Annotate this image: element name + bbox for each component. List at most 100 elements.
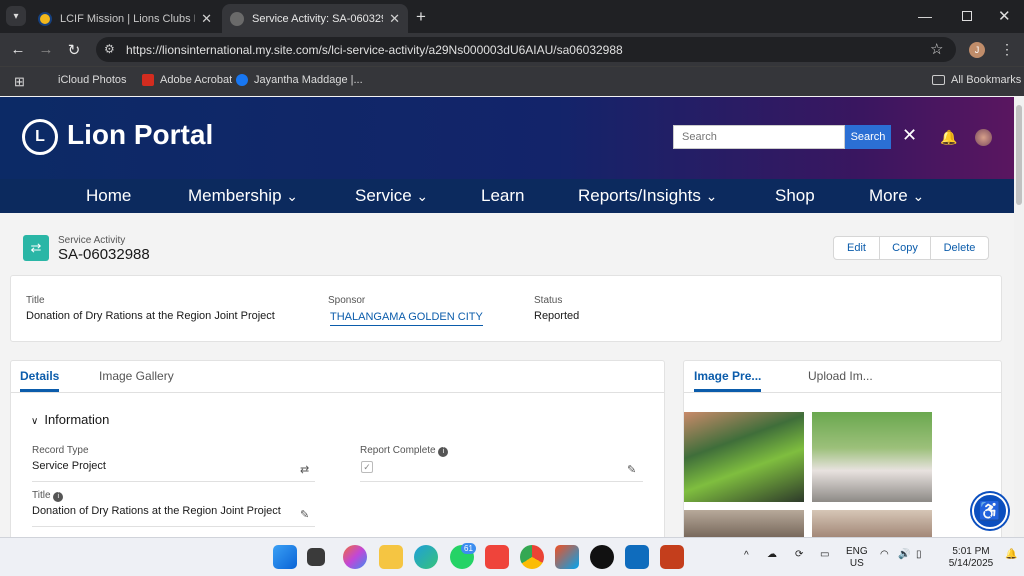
info-icon[interactable]: i (438, 447, 449, 457)
apps-grid-icon[interactable]: ⊞ (14, 74, 25, 90)
language-indicator[interactable]: ENG US (846, 546, 868, 570)
folder-icon (932, 75, 945, 85)
sync-icon[interactable]: ⟳ (795, 549, 803, 560)
browser-tab-lcif[interactable]: LCIF Mission | Lions Clubs Intern ✕ (30, 4, 220, 33)
notification-bell-icon[interactable]: 🔔 (940, 129, 957, 146)
lions-logo-icon[interactable]: L (22, 119, 58, 155)
nav-reports-insights[interactable]: Reports/Insights ⌄ (578, 186, 717, 206)
copy-button[interactable]: Copy (879, 236, 931, 260)
edit-pencil-icon[interactable]: ✎ (300, 508, 309, 521)
chrome-icon[interactable] (520, 545, 544, 569)
tiktok-icon[interactable] (590, 545, 614, 569)
gallery-image[interactable] (812, 510, 932, 537)
info-icon[interactable]: i (53, 492, 64, 502)
gallery-image[interactable] (684, 510, 804, 537)
restore-icon[interactable] (962, 11, 972, 21)
back-arrow-icon[interactable]: ← (6, 33, 30, 66)
delete-button[interactable]: Delete (930, 236, 989, 260)
nav-shop[interactable]: Shop (775, 186, 815, 206)
section-toggle-information[interactable]: ∨ Information (31, 412, 109, 427)
outlook-icon[interactable] (625, 545, 649, 569)
display-icon[interactable]: ▭ (820, 549, 829, 560)
user-avatar[interactable] (975, 129, 992, 146)
bookmark-adobe-acrobat[interactable]: Adobe Acrobat (142, 74, 232, 86)
notification-center-icon[interactable]: 🔔 (1005, 549, 1017, 560)
nav-more[interactable]: More ⌄ (869, 186, 924, 206)
chevron-down-icon: ⌄ (416, 188, 429, 204)
clock[interactable]: 5:01 PM 5/14/2025 (940, 546, 1002, 570)
gallery-image[interactable] (812, 412, 932, 502)
tab-image-preview[interactable]: Image Pre... (694, 369, 762, 392)
profile-avatar[interactable]: J (969, 42, 985, 58)
anydesk-icon[interactable] (485, 545, 509, 569)
tab-divider (11, 392, 664, 393)
browser-tab-service-activity[interactable]: Service Activity: SA-06032988 ✕ (222, 4, 408, 33)
record-actions: Edit Copy Delete (833, 236, 989, 260)
close-tab-icon[interactable]: ✕ (389, 11, 400, 27)
record-object-label: Service Activity (58, 235, 126, 246)
portal-title[interactable]: Lion Portal (67, 119, 213, 151)
copilot-icon[interactable] (343, 545, 367, 569)
portal-page: L Lion Portal Search ✕ 🔔 Home Membership… (0, 97, 1014, 537)
edge-icon[interactable] (414, 545, 438, 569)
forward-arrow-icon[interactable]: → (34, 33, 58, 66)
bookmarks-bar: ⊞ iCloud Photos Adobe Acrobat Jayantha M… (0, 66, 1024, 96)
tab-search-button[interactable]: ▾ (6, 6, 26, 26)
bookmark-icloud-photos[interactable]: iCloud Photos (52, 74, 127, 86)
bookmark-jayantha-maddage[interactable]: Jayantha Maddage |... (236, 74, 363, 86)
browser-menu-icon[interactable]: ⋮ (1000, 41, 1014, 58)
close-search-icon[interactable]: ✕ (902, 125, 917, 146)
task-view-icon[interactable] (307, 548, 325, 566)
search-button[interactable]: Search (845, 125, 891, 149)
record-type-value: Service Project (32, 460, 106, 472)
show-hidden-icons[interactable]: ^ (744, 550, 749, 561)
status-label: Status (534, 295, 563, 306)
gallery-image[interactable] (684, 412, 804, 502)
search-input[interactable] (673, 125, 845, 149)
onedrive-icon[interactable]: ☁ (767, 549, 777, 560)
site-info-icon[interactable]: ⚙ (104, 42, 115, 56)
edit-button[interactable]: Edit (833, 236, 880, 260)
wifi-icon[interactable]: ◠ (880, 549, 889, 560)
tab-image-gallery[interactable]: Image Gallery (99, 369, 174, 383)
edit-pencil-icon[interactable]: ✎ (627, 463, 636, 476)
nav-learn[interactable]: Learn (481, 186, 524, 206)
close-window-icon[interactable]: ✕ (998, 7, 1011, 25)
time-text: 5:01 PM (952, 546, 990, 557)
microsoft-store-icon[interactable] (555, 545, 579, 569)
section-title: Information (44, 412, 110, 427)
nav-label: Learn (481, 186, 525, 205)
tab-label: Image Gallery (99, 369, 174, 383)
minimize-icon[interactable]: — (918, 8, 932, 24)
start-icon[interactable] (273, 545, 297, 569)
nav-home[interactable]: Home (86, 186, 131, 206)
close-tab-icon[interactable]: ✕ (201, 11, 212, 27)
file-explorer-icon[interactable] (379, 545, 403, 569)
volume-icon[interactable]: 🔊 (898, 549, 910, 560)
all-bookmarks-folder[interactable]: All Bookmarks (932, 74, 1021, 86)
tab-details[interactable]: Details (20, 369, 60, 392)
sponsor-link[interactable]: THALANGAMA GOLDEN CITY (330, 311, 483, 326)
nav-membership[interactable]: Membership ⌄ (188, 186, 298, 206)
tab-upload-image[interactable]: Upload Im... (808, 369, 873, 383)
bookmark-star-icon[interactable]: ☆ (930, 40, 943, 58)
portal-header: L Lion Portal Search ✕ 🔔 (0, 97, 1014, 179)
change-record-type-icon[interactable]: ⇄ (300, 463, 309, 476)
url-text: https://lionsinternational.my.site.com/s… (126, 43, 623, 57)
page-scrollbar[interactable] (1014, 97, 1024, 537)
report-complete-checkbox[interactable]: ✓ (361, 461, 373, 473)
reload-icon[interactable]: ↻ (62, 33, 86, 66)
chevron-down-icon: ∨ (31, 416, 39, 427)
battery-icon[interactable]: ▯ (916, 549, 922, 560)
tab-label: Details (20, 369, 60, 383)
scrollbar-thumb[interactable] (1016, 105, 1022, 205)
new-tab-button[interactable]: + (416, 7, 426, 27)
bookmark-label: Jayantha Maddage |... (254, 74, 363, 86)
field-divider (32, 481, 315, 482)
record-icon: ⇄ (23, 235, 49, 261)
powerpoint-icon[interactable] (660, 545, 684, 569)
address-bar[interactable]: ⚙ https://lionsinternational.my.site.com… (96, 37, 956, 62)
nav-service[interactable]: Service ⌄ (355, 186, 428, 206)
accessibility-button[interactable]: ♿ (972, 493, 1008, 529)
record-name: SA-06032988 (58, 246, 150, 263)
